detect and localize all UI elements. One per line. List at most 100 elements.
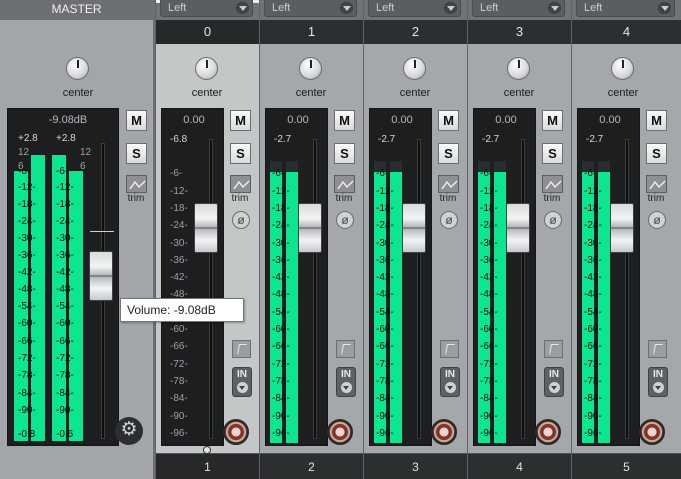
input-monitor-button[interactable]: IN: [336, 367, 356, 397]
mute-button[interactable]: M: [438, 110, 459, 131]
scale-tick: -72-: [272, 359, 290, 370]
fx-button[interactable]: [440, 340, 459, 358]
scale-tick: -18-: [170, 203, 188, 214]
volume-fader-cap[interactable]: [506, 203, 530, 253]
input-select[interactable]: Left: [368, 0, 461, 17]
input-monitor-button[interactable]: IN: [648, 367, 668, 397]
input-select-label: Left: [480, 2, 499, 14]
resize-handle[interactable]: [203, 446, 211, 454]
input-monitor-label: IN: [445, 369, 455, 380]
volume-fader-cap[interactable]: [194, 203, 218, 253]
master-scale-tick: -84-: [18, 388, 36, 399]
fader-track: [417, 139, 421, 439]
solo-button[interactable]: S: [334, 143, 355, 164]
record-arm-button[interactable]: [639, 419, 665, 445]
master-unity-mark: [90, 231, 114, 232]
input-select[interactable]: Left: [160, 0, 253, 17]
scale-tick: -54-: [584, 307, 602, 318]
input-select[interactable]: Left: [576, 0, 675, 17]
scale-tick: -84-: [170, 393, 188, 404]
scale-tick: -96-: [480, 428, 498, 439]
fx-button[interactable]: [336, 340, 355, 358]
scale-tick: -72-: [376, 359, 394, 370]
master-scale-tick: -78-: [18, 370, 36, 381]
scale-tick: -66-: [170, 341, 188, 352]
input-monitor-button[interactable]: IN: [232, 367, 252, 397]
envelope-button[interactable]: [334, 175, 355, 193]
mute-button[interactable]: M: [542, 110, 563, 131]
phase-invert-button[interactable]: ø: [440, 211, 458, 229]
envelope-button[interactable]: [542, 175, 563, 193]
fx-button[interactable]: [648, 340, 667, 358]
phase-invert-button[interactable]: ø: [232, 211, 250, 229]
solo-button[interactable]: S: [542, 143, 563, 164]
fx-button[interactable]: [232, 340, 251, 358]
phase-invert-button[interactable]: ø: [544, 211, 562, 229]
master-envelope-button[interactable]: [126, 175, 147, 193]
master-fader-cap[interactable]: [89, 251, 113, 301]
input-monitor-label: IN: [653, 369, 663, 380]
scale-tick: -84-: [272, 393, 290, 404]
mute-button[interactable]: M: [334, 110, 355, 131]
meter-panel: 0.00 -2.7 -6- -12- -18- -24- -30- -36- -42- -48…: [473, 108, 536, 446]
volume-fader-cap[interactable]: [610, 203, 634, 253]
pan-label: center: [503, 87, 535, 99]
input-select[interactable]: Left: [264, 0, 357, 17]
chevron-down-icon: [236, 2, 249, 14]
input-select[interactable]: Left: [472, 0, 565, 17]
phase-invert-button[interactable]: ø: [336, 211, 354, 229]
master-mute-button[interactable]: M: [126, 110, 147, 131]
master-scale-tick: -12-: [18, 182, 36, 193]
scale-tick: -54-: [376, 307, 394, 318]
input-monitor-button[interactable]: IN: [440, 367, 460, 397]
record-arm-button[interactable]: [535, 419, 561, 445]
record-arm-button[interactable]: [223, 419, 249, 445]
envelope-button[interactable]: [646, 175, 667, 193]
master-scale-tick: -66-: [56, 336, 74, 347]
phase-invert-button[interactable]: ø: [648, 211, 666, 229]
pan-knob[interactable]: [611, 57, 634, 80]
master-scale-tick: 12: [80, 147, 92, 158]
solo-button[interactable]: S: [230, 143, 251, 164]
scale-tick: -42-: [376, 272, 394, 283]
master-scale-tick: -78-: [56, 370, 74, 381]
master-scale-tick: -30-: [56, 233, 74, 244]
master-scale-tick: -84-: [56, 388, 74, 399]
scale-tick: -72-: [480, 359, 498, 370]
master-scale-tick: -48-: [56, 284, 74, 295]
record-arm-button[interactable]: [431, 419, 457, 445]
volume-fader-cap[interactable]: [402, 203, 426, 253]
record-arm-button[interactable]: [327, 419, 353, 445]
scale-tick: -54-: [480, 307, 498, 318]
envelope-button[interactable]: [438, 175, 459, 193]
envelope-icon: [545, 180, 562, 190]
monitor-arrow-icon: [549, 382, 560, 393]
pan-knob[interactable]: [403, 57, 426, 80]
scale-tick: -90-: [170, 411, 188, 422]
mute-button[interactable]: M: [230, 110, 251, 131]
master-scale-tick: -72-: [56, 353, 74, 364]
master-settings-button[interactable]: ⚙: [115, 417, 143, 445]
volume-fader-cap[interactable]: [298, 203, 322, 253]
master-pan-knob[interactable]: [66, 57, 89, 80]
pan-knob[interactable]: [507, 57, 530, 80]
fader-track: [313, 139, 317, 439]
pan-knob[interactable]: [195, 57, 218, 80]
scale-tick: -78-: [480, 376, 498, 387]
master-scale-tick: -18-: [56, 199, 74, 210]
fx-button[interactable]: [544, 340, 563, 358]
master-solo-button[interactable]: S: [126, 143, 147, 164]
scale-tick: -6-: [170, 168, 183, 179]
envelope-button[interactable]: [230, 175, 251, 193]
pan-knob[interactable]: [299, 57, 322, 80]
scale-tick: -90-: [584, 411, 602, 422]
scale-tick: -36-: [480, 255, 498, 266]
solo-button[interactable]: S: [438, 143, 459, 164]
solo-button[interactable]: S: [646, 143, 667, 164]
master-scale-tick: -54-: [56, 301, 74, 312]
scale-tick: -6-: [376, 168, 389, 179]
mute-button[interactable]: M: [646, 110, 667, 131]
master-scale-tick: -6-: [56, 166, 69, 177]
input-monitor-button[interactable]: IN: [544, 367, 564, 397]
scale-tick: -42-: [584, 272, 602, 283]
